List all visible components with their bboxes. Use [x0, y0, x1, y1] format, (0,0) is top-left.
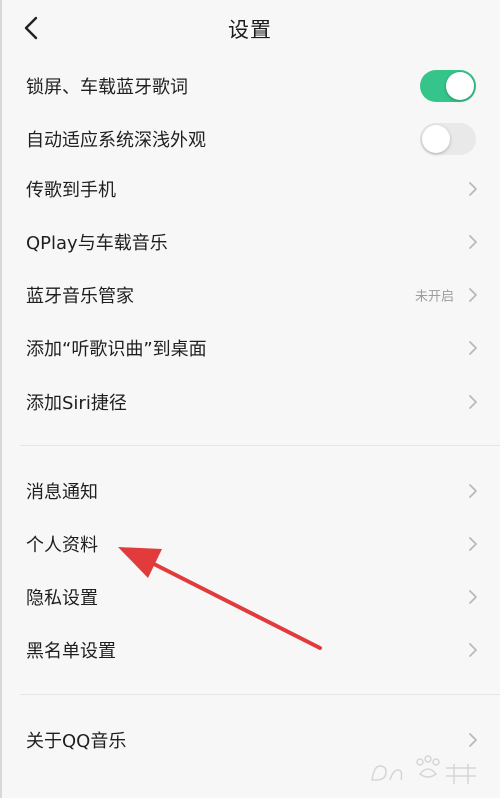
chevron-right-icon	[468, 589, 478, 605]
setting-row-auto-appearance[interactable]: 自动适应系统深浅外观	[0, 112, 500, 165]
setting-label: 黑名单设置	[26, 640, 116, 662]
nav-header: 设置	[0, 0, 500, 56]
setting-row-song-recognition-shortcut[interactable]: 添加“听歌识曲”到桌面	[0, 321, 500, 374]
lockscreen-lyrics-toggle[interactable]	[420, 69, 476, 102]
setting-row-siri-shortcut[interactable]: 添加Siri捷径	[0, 375, 500, 428]
baidu-watermark-logo	[371, 755, 476, 784]
chevron-right-icon	[468, 642, 478, 658]
setting-label: 添加Siri捷径	[26, 392, 127, 414]
setting-row-profile[interactable]: 个人资料	[0, 517, 500, 570]
setting-label: 锁屏、车载蓝牙歌词	[26, 76, 188, 98]
setting-label: 隐私设置	[26, 587, 98, 609]
setting-status-value: 未开启	[414, 289, 454, 304]
chevron-right-icon	[468, 394, 478, 410]
toggle-knob	[422, 124, 450, 153]
chevron-right-icon	[468, 732, 478, 748]
chevron-right-icon	[468, 536, 478, 552]
setting-label: 蓝牙音乐管家	[26, 285, 134, 307]
settings-screen: 设置 锁屏、车载蓝牙歌词 自动适应系统深浅外观 传歌到手机 QPlay与车载音乐…	[0, 0, 500, 798]
setting-label: 传歌到手机	[26, 179, 116, 201]
chevron-right-icon	[468, 181, 478, 197]
page-title: 设置	[228, 18, 272, 42]
chevron-right-icon	[468, 340, 478, 356]
setting-label: QPlay与车载音乐	[26, 232, 168, 254]
setting-label: 个人资料	[26, 534, 98, 556]
chevron-right-icon	[468, 234, 478, 250]
group-divider	[20, 445, 500, 446]
auto-appearance-toggle[interactable]	[420, 122, 476, 155]
setting-row-qplay[interactable]: QPlay与车载音乐	[0, 215, 500, 268]
chevron-right-icon	[468, 483, 478, 499]
chevron-right-icon	[468, 287, 478, 303]
setting-row-lockscreen-lyrics[interactable]: 锁屏、车载蓝牙歌词	[0, 59, 500, 112]
toggle-knob	[446, 71, 474, 100]
setting-row-bluetooth-manager[interactable]: 蓝牙音乐管家 未开启	[0, 268, 500, 321]
setting-label: 添加“听歌识曲”到桌面	[26, 338, 207, 360]
setting-label: 消息通知	[26, 481, 98, 503]
setting-row-blacklist[interactable]: 黑名单设置	[0, 623, 500, 676]
setting-label: 关于QQ音乐	[26, 730, 127, 752]
setting-row-transfer-songs[interactable]: 传歌到手机	[0, 162, 500, 215]
setting-row-notifications[interactable]: 消息通知	[0, 464, 500, 517]
setting-label: 自动适应系统深浅外观	[26, 129, 206, 151]
setting-row-privacy[interactable]: 隐私设置	[0, 570, 500, 623]
group-divider	[20, 694, 500, 695]
